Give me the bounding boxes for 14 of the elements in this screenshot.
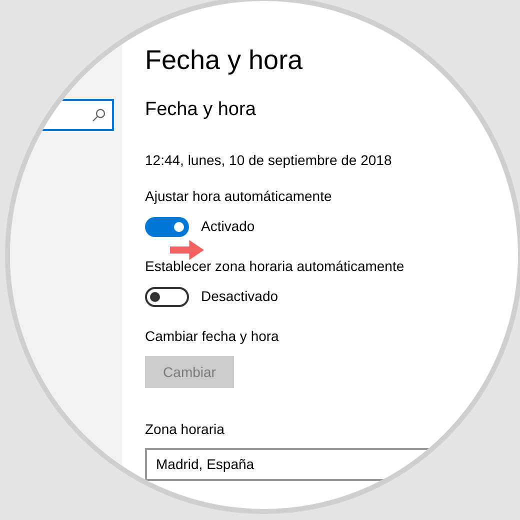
search-icon bbox=[92, 108, 106, 122]
arrow-icon bbox=[170, 240, 204, 260]
page-title: Fecha y hora bbox=[145, 44, 304, 77]
toggle-switch[interactable] bbox=[145, 216, 189, 236]
setting-label: Ajustar hora automáticamente bbox=[145, 187, 333, 206]
setting-label: Establecer zona horaria automáticamente bbox=[145, 257, 406, 276]
setting-label: Zona horaria bbox=[145, 420, 226, 439]
toggle-state: Activado bbox=[201, 217, 255, 236]
toggle-state: Desactivado bbox=[201, 287, 278, 306]
toggle-switch[interactable] bbox=[145, 286, 189, 306]
section-title: Fecha y hora bbox=[145, 98, 257, 122]
current-datetime: 12:44, lunes, 10 de septiembre de 2018 bbox=[145, 151, 393, 170]
search-field[interactable] bbox=[40, 99, 114, 131]
setting-label: Cambiar fecha y hora bbox=[145, 327, 280, 346]
